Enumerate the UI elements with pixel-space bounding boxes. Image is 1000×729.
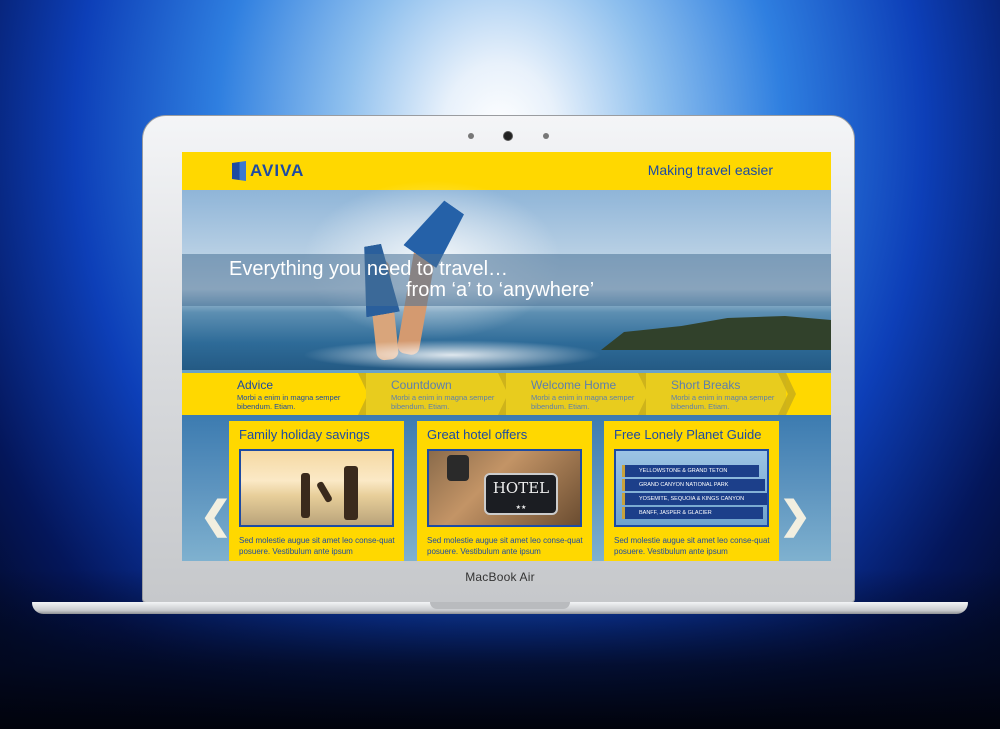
hotel-sign-stars: ★★ — [515, 504, 527, 511]
tab-body: Morbi a enim in magna semper bibendum. E… — [531, 393, 635, 411]
aviva-logo-icon — [232, 161, 246, 181]
card-title: Free Lonely Planet Guide — [614, 427, 762, 442]
tab-welcome-home[interactable]: Welcome Home Morbi a enim in magna sempe… — [506, 373, 656, 415]
tab-countdown[interactable]: Countdown Morbi a enim in magna semper b… — [366, 373, 516, 415]
hotel-sign: HOTEL ★★ — [484, 473, 558, 515]
tab-short-breaks[interactable]: Short Breaks Morbi a enim in magna sempe… — [646, 373, 796, 415]
tab-advice[interactable]: Advice Morbi a enim in magna semper bibe… — [182, 373, 376, 415]
book-spine: YELLOWSTONE & GRAND TETON — [622, 465, 759, 477]
figure-child — [315, 480, 334, 504]
header-tagline: Making travel easier — [647, 162, 773, 178]
tab-body: Morbi a enim in magna semper bibendum. E… — [671, 393, 775, 411]
laptop-screen: AVIVA Making travel easier Everything yo… — [182, 152, 831, 561]
card-title: Family holiday savings — [239, 427, 370, 442]
hero-headline-line1: Everything you need to travel… — [229, 258, 509, 280]
beach-family-image[interactable] — [239, 449, 394, 527]
tab-body: Morbi a enim in magna semper bibendum. E… — [391, 393, 495, 411]
offer-card-hotel[interactable]: Great hotel offers HOTEL ★★ Sed molestie… — [417, 421, 592, 561]
hotel-sign-text: HOTEL — [492, 479, 550, 497]
carousel-prev-icon[interactable]: ❮ — [200, 497, 232, 535]
camera-dot-left — [468, 133, 474, 139]
offer-card-lonely-planet[interactable]: Free Lonely Planet Guide YELLOWSTONE & G… — [604, 421, 779, 561]
webcam — [504, 132, 512, 140]
water-splash — [302, 340, 602, 370]
book-spine: YOSEMITE, SEQUOIA & KINGS CANYON — [622, 493, 767, 505]
device-label: MacBook Air — [465, 570, 535, 584]
logo-text: AVIVA — [250, 161, 305, 180]
carousel-next-icon[interactable]: ❯ — [779, 497, 811, 535]
hotel-sign-image[interactable]: HOTEL ★★ — [427, 449, 582, 527]
site-header: AVIVA Making travel easier — [182, 152, 831, 190]
laptop-notch — [430, 602, 570, 609]
tab-title: Welcome Home — [531, 378, 617, 392]
offer-card-family[interactable]: Family holiday savings Sed molestie augu… — [229, 421, 404, 561]
book-spine: BANFF, JASPER & GLACIER — [622, 507, 763, 519]
island-silhouette — [601, 316, 831, 350]
lamp-icon — [447, 455, 469, 481]
card-text: Sed molestie augue sit amet leo conse-qu… — [239, 536, 395, 556]
tab-body: Morbi a enim in magna semper bibendum. E… — [237, 393, 341, 411]
tab-strip: Advice Morbi a enim in magna semper bibe… — [182, 373, 831, 415]
figure-mother — [301, 473, 310, 518]
figure-father — [344, 466, 358, 520]
tab-title: Short Breaks — [671, 378, 741, 392]
tab-title: Advice — [237, 378, 274, 392]
aviva-logo[interactable]: AVIVA — [232, 161, 304, 181]
card-text: Sed molestie augue sit amet leo conse-qu… — [614, 536, 770, 556]
guidebooks-image[interactable]: YELLOWSTONE & GRAND TETON GRAND CANYON N… — [614, 449, 769, 527]
hero-banner: Everything you need to travel… from ‘a’ … — [182, 180, 831, 370]
tab-title: Countdown — [391, 378, 452, 392]
card-text: Sed molestie augue sit amet leo conse-qu… — [427, 536, 583, 556]
book-spine: GRAND CANYON NATIONAL PARK — [622, 479, 765, 491]
camera-dot-right — [543, 133, 549, 139]
hero-headline-line2: from ‘a’ to ‘anywhere’ — [406, 279, 595, 301]
card-title: Great hotel offers — [427, 427, 528, 442]
